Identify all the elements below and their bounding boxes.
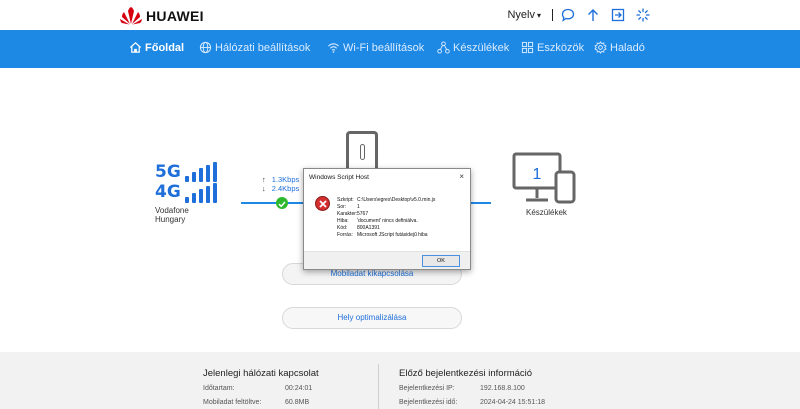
error-key: Szkript: <box>337 197 354 203</box>
current-duration-value: 00:24:01 <box>285 385 313 392</box>
current-upload-row: Mobiladat feltöltve: 60.8MB <box>203 399 309 406</box>
error-value: 5767 <box>357 211 369 217</box>
router-led <box>360 144 365 160</box>
download-rate-value: 2.4Kbps <box>271 184 300 193</box>
error-row-script: Szkript: C:\Users\egres\Desktop\v5.0.min.… <box>337 197 435 204</box>
gen-4g-label: 4G <box>155 182 181 202</box>
carrier-name: Vodafone Hungary <box>155 206 189 224</box>
error-value: 'document' nincs definiálva. <box>357 218 418 224</box>
previous-ip-key: Bejelentkezési IP: <box>399 385 455 392</box>
current-duration-row: Időtartam: 00:24:01 <box>203 385 312 392</box>
nav-label-advanced: Haladó <box>610 41 645 54</box>
loading-icon <box>636 8 650 22</box>
header-divider <box>552 9 553 21</box>
script-error-dialog: Windows Script Host × Szkript: C:\Users\e… <box>303 168 471 270</box>
dialog-footer: OK <box>304 251 470 269</box>
connected-check-icon <box>276 197 288 209</box>
nav-label-home: Főoldal <box>145 41 185 54</box>
error-row-code: Kód: 800A1391 <box>337 225 435 232</box>
nav-label-devices: Készülékek <box>453 41 510 54</box>
logout-icon[interactable] <box>611 8 625 22</box>
dialog-title-bar[interactable]: Windows Script Host × <box>304 169 470 186</box>
devices-label: Készülékek <box>526 208 567 217</box>
error-row-line: Sor: 1 <box>337 204 435 211</box>
globe-icon <box>199 41 212 54</box>
previous-time-row: Bejelentkezési idő: 2024-04-24 15:51:18 <box>399 399 545 406</box>
previous-ip-row: Bejelentkezési IP: 192.168.8.100 <box>399 385 525 392</box>
error-value: 1 <box>357 204 360 210</box>
error-key: Sor: <box>337 204 347 210</box>
gear-icon <box>594 41 607 54</box>
current-connection-title: Jelenlegi hálózati kapcsolat <box>203 368 319 379</box>
brand-name: HUAWEI <box>146 8 204 24</box>
optimize-location-button[interactable]: Hely optimalizálása <box>282 307 462 329</box>
wifi-icon <box>328 43 339 53</box>
devices-monitor-icon[interactable]: 1 <box>512 152 578 208</box>
upload-arrow-icon: ↑ <box>262 175 266 184</box>
nav-label-tools: Eszközök <box>537 41 585 54</box>
current-upload-value: 60.8MB <box>285 399 310 406</box>
error-value: C:\Users\egres\Desktop\v5.0.min.js <box>357 197 436 203</box>
home-icon <box>129 42 142 53</box>
error-icon <box>315 196 330 211</box>
signal-4g-icon <box>185 183 217 203</box>
nav-item-devices[interactable]: Készülékek <box>437 41 509 54</box>
connection-line-left <box>241 202 303 204</box>
language-label: Nyelv <box>507 9 535 21</box>
top-bar: HUAWEI Nyelv ▾ <box>0 0 800 30</box>
error-value: Microsoft JScript futásidejű hiba <box>357 232 428 238</box>
upload-rate-value: 1.3Kbps <box>271 175 300 184</box>
huawei-flower-icon <box>120 7 142 25</box>
chat-icon[interactable] <box>561 8 575 22</box>
download-arrow-icon: ↓ <box>262 184 266 193</box>
huawei-logo[interactable]: HUAWEI <box>120 7 204 25</box>
error-value: 800A1391 <box>357 225 380 231</box>
error-row-source: Forrás: Microsoft JScript futásidejű hiba <box>337 232 435 239</box>
error-key: Karakter: <box>337 211 358 217</box>
footer-divider <box>378 364 379 409</box>
signal-5g-icon <box>185 162 217 182</box>
network-generation: 5G 4G <box>155 162 217 203</box>
footer-info: Jelenlegi hálózati kapcsolat Időtartam: … <box>0 352 800 409</box>
nav-item-home[interactable]: Főoldal <box>129 41 184 54</box>
error-key: Forrás: <box>337 232 353 238</box>
dialog-body: Szkript: C:\Users\egres\Desktop\v5.0.min.… <box>304 186 470 252</box>
update-arrow-icon[interactable] <box>586 8 600 22</box>
current-upload-key: Mobiladat feltöltve: <box>203 399 262 406</box>
nav-item-wifi-settings[interactable]: Wi-Fi beállítások <box>327 41 424 54</box>
nav-label-network-settings: Hálózati beállítások <box>215 41 311 54</box>
nav-label-wifi-settings: Wi-Fi beállítások <box>343 41 425 54</box>
previous-time-key: Bejelentkezési idő: <box>399 399 458 406</box>
error-key: Kód: <box>337 225 348 231</box>
dialog-title: Windows Script Host <box>309 174 369 181</box>
language-selector[interactable]: Nyelv ▾ <box>507 9 541 21</box>
nav-item-tools[interactable]: Eszközök <box>521 41 584 54</box>
ok-button[interactable]: OK <box>422 255 460 267</box>
close-icon[interactable]: × <box>459 172 464 181</box>
error-key: Hiba: <box>337 218 349 224</box>
main-nav: Főoldal Hálózati beállítások Wi-Fi beáll… <box>0 30 800 68</box>
chevron-down-icon: ▾ <box>536 10 541 20</box>
gen-5g-label: 5G <box>155 162 181 182</box>
tools-icon <box>521 41 534 54</box>
error-details: Szkript: C:\Users\egres\Desktop\v5.0.min.… <box>337 197 435 239</box>
upload-rate: ↑ 1.3Kbps <box>262 175 299 184</box>
current-duration-key: Időtartam: <box>203 385 235 392</box>
error-row-char: Karakter: 5767 <box>337 211 435 218</box>
device-count: 1 <box>533 166 542 183</box>
connection-line-right <box>471 202 491 204</box>
header-actions: Nyelv ▾ <box>507 8 650 22</box>
download-rate: ↓ 2.4Kbps <box>262 184 299 193</box>
error-row-error: Hiba: 'document' nincs definiálva. <box>337 218 435 225</box>
previous-login-title: Előző bejelentkezési információ <box>399 368 533 379</box>
previous-ip-value: 192.168.8.100 <box>480 385 525 392</box>
devices-icon <box>437 41 450 54</box>
nav-item-network-settings[interactable]: Hálózati beállítások <box>199 41 310 54</box>
previous-time-value: 2024-04-24 15:51:18 <box>480 399 545 406</box>
nav-item-advanced[interactable]: Haladó <box>594 41 645 54</box>
